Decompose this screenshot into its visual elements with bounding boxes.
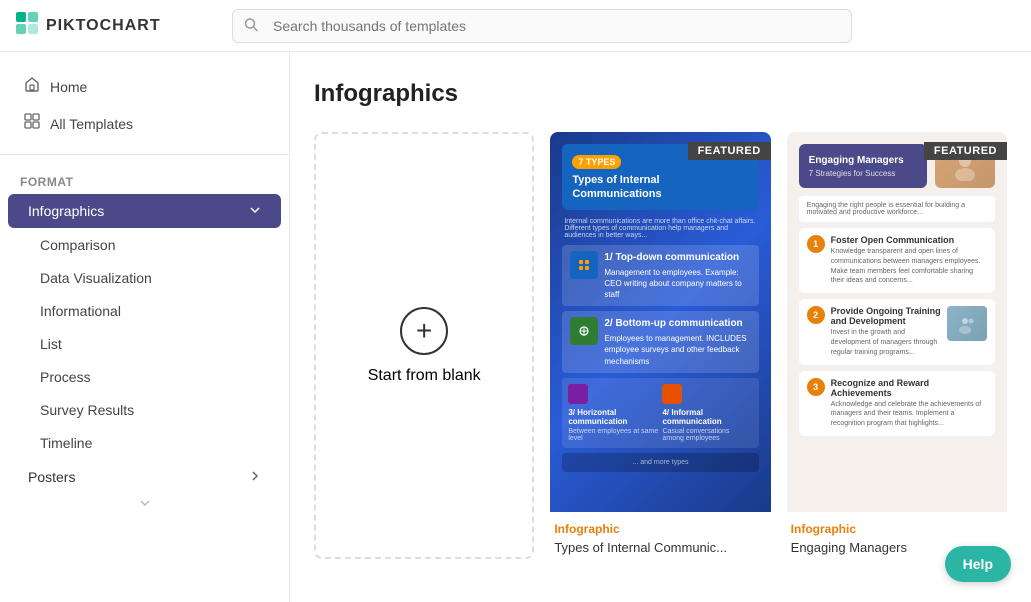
infographic-preview-2: Engaging Managers 7 Strategies for Succe… bbox=[787, 132, 1007, 512]
blank-card-label: Start from blank bbox=[368, 367, 481, 385]
inf1-item-1: 1/ Top-down communication Management to … bbox=[562, 245, 758, 307]
featured-badge-2: FEATURED bbox=[924, 142, 1007, 160]
inf1-item-footer: ... and more types bbox=[562, 453, 758, 472]
sidebar-sub-item-survey-results[interactable]: Survey Results bbox=[8, 394, 281, 426]
sidebar-sub-item-timeline[interactable]: Timeline bbox=[8, 427, 281, 459]
format-label: Format bbox=[0, 167, 289, 193]
template-footer-1: Infographic Types of Internal Communic..… bbox=[550, 512, 770, 559]
sidebar-item-home[interactable]: Home bbox=[12, 68, 277, 105]
page-title: Infographics bbox=[314, 80, 1007, 108]
template-category-tag-2: Infographic bbox=[791, 522, 1003, 536]
templates-grid: + Start from blank 7 TYPES Types of Inte… bbox=[314, 132, 1007, 559]
sidebar-sub-item-process[interactable]: Process bbox=[8, 361, 281, 393]
sidebar-sub-item-data-visualization[interactable]: Data Visualization bbox=[8, 262, 281, 294]
all-templates-label: All Templates bbox=[50, 116, 133, 132]
infographics-label: Infographics bbox=[28, 203, 104, 219]
logo-area: PIKTOCHART bbox=[16, 12, 216, 40]
home-label: Home bbox=[50, 79, 87, 95]
sidebar-nav: Home All Templates bbox=[0, 52, 289, 155]
inf1-item-3-4: 3/ Horizontal communication Between empl… bbox=[562, 378, 758, 448]
template-preview-1: 7 TYPES Types of Internal Communications… bbox=[550, 132, 770, 512]
sidebar-category-infographics[interactable]: Infographics bbox=[8, 194, 281, 228]
template-card-internal-comms[interactable]: 7 TYPES Types of Internal Communications… bbox=[550, 132, 770, 559]
logo-text: PIKTOCHART bbox=[46, 17, 161, 35]
sidebar-sub-item-list[interactable]: List bbox=[8, 328, 281, 360]
template-category-tag-1: Infographic bbox=[554, 522, 766, 536]
sidebar-item-all-templates[interactable]: All Templates bbox=[12, 105, 277, 142]
search-bar[interactable] bbox=[232, 9, 852, 43]
app-header: PIKTOCHART bbox=[0, 0, 1031, 52]
help-button[interactable]: Help bbox=[945, 546, 1011, 582]
sidebar-sub-item-comparison[interactable]: Comparison bbox=[8, 229, 281, 261]
all-templates-icon bbox=[24, 113, 40, 134]
infographic-preview-1: 7 TYPES Types of Internal Communications… bbox=[550, 132, 770, 512]
template-name-1: Types of Internal Communic... bbox=[554, 540, 766, 555]
template-card-engaging-managers[interactable]: Engaging Managers 7 Strategies for Succe… bbox=[787, 132, 1007, 559]
featured-badge-1: FEATURED bbox=[688, 142, 771, 160]
sidebar: Home All Templates Format Infographics bbox=[0, 52, 290, 602]
inf1-items: 1/ Top-down communication Management to … bbox=[562, 245, 758, 500]
home-icon bbox=[24, 76, 40, 97]
inf2-section-1: 1 Foster Open Communication Knowledge tr… bbox=[799, 228, 995, 293]
posters-label: Posters bbox=[28, 469, 75, 485]
inf2-section-2: 2 Provide Ongoing Training and Developme… bbox=[799, 299, 995, 364]
chevron-down-icon bbox=[249, 203, 261, 219]
sidebar-scroll: Format Infographics Comparison Data Visu… bbox=[0, 155, 289, 602]
blank-template-card[interactable]: + Start from blank bbox=[314, 132, 534, 559]
scroll-indicator bbox=[0, 495, 289, 511]
sidebar-sub-item-informational[interactable]: Informational bbox=[8, 295, 281, 327]
chevron-right-icon bbox=[249, 469, 261, 485]
search-input[interactable] bbox=[232, 9, 852, 43]
inf2-section-3: 3 Recognize and Reward Achievements Ackn… bbox=[799, 371, 995, 436]
plus-circle-icon: + bbox=[400, 307, 448, 355]
logo-icon bbox=[16, 12, 38, 40]
template-preview-2: Engaging Managers 7 Strategies for Succe… bbox=[787, 132, 1007, 512]
search-icon bbox=[244, 17, 258, 34]
content-area: Infographics + Start from blank 7 TYPES … bbox=[290, 52, 1031, 602]
main-layout: Home All Templates Format Infographics bbox=[0, 52, 1031, 602]
inf1-item-2: 2/ Bottom-up communication Employees to … bbox=[562, 311, 758, 373]
sidebar-category-posters[interactable]: Posters bbox=[8, 460, 281, 494]
